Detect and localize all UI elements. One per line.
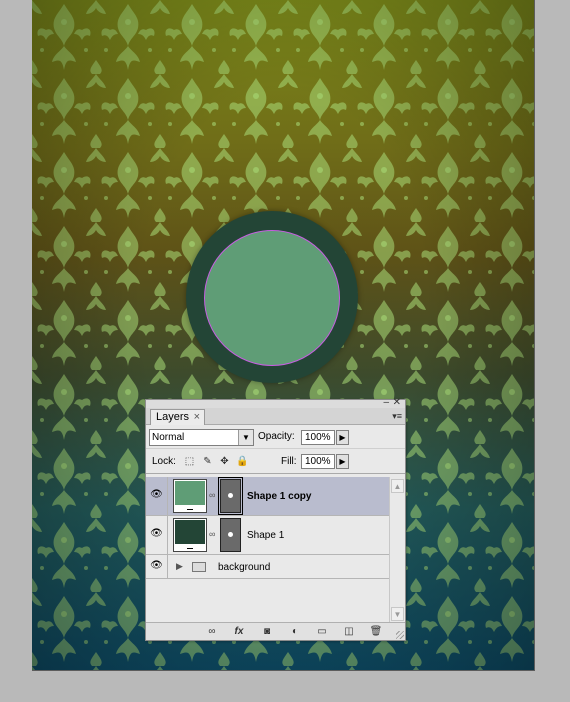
lock-position-icon[interactable]: ✥ [219, 456, 230, 467]
layers-panel: – ✕ Layers × ▾≡ Normal ▼ Opacity: 100% ▶… [145, 398, 406, 641]
visibility-eye-icon[interactable]: 👁 [146, 516, 168, 554]
layer-thumbnail [173, 479, 207, 513]
close-icon[interactable]: ✕ [393, 398, 401, 408]
panel-title-bar[interactable]: – ✕ [146, 398, 405, 408]
tab-layers[interactable]: Layers × [150, 409, 205, 425]
panel-menu-icon[interactable]: ▾≡ [392, 411, 402, 422]
layers-list: 👁 ∞ Shape 1 copy 👁 ∞ Shape 1 👁 ▶ backgro… [146, 477, 389, 623]
blend-mode-value: Normal [152, 432, 185, 443]
layer-name[interactable]: Shape 1 [247, 530, 284, 541]
fill-slider-button[interactable]: ▶ [336, 454, 349, 469]
add-mask-icon[interactable]: ◙ [259, 625, 275, 638]
inner-circle-shape[interactable] [204, 230, 340, 366]
layers-scrollbar[interactable]: ▲ ▼ [389, 477, 405, 623]
opacity-label: Opacity: [258, 431, 295, 442]
fill-input[interactable]: 100% [301, 454, 335, 469]
layer-row-shape-1[interactable]: 👁 ∞ Shape 1 [146, 516, 389, 555]
fx-icon[interactable]: fx [231, 625, 247, 638]
delete-layer-icon[interactable]: 🗑 [368, 625, 384, 638]
thumbnail-base [175, 505, 205, 511]
vector-mask-thumbnail[interactable] [220, 518, 241, 552]
lock-image-icon[interactable]: ✎ [202, 456, 213, 467]
new-layer-icon[interactable]: ◫ [341, 625, 357, 638]
layer-name[interactable]: background [218, 562, 270, 573]
link-chain-icon[interactable]: ∞ [209, 529, 215, 539]
blend-opacity-row: Normal ▼ Opacity: 100% ▶ [146, 425, 405, 449]
fill-label: Fill: [281, 456, 297, 467]
resize-grip-icon[interactable] [396, 631, 404, 639]
visibility-eye-icon[interactable]: 👁 [146, 555, 168, 578]
blend-mode-select[interactable]: Normal ▼ [149, 429, 254, 446]
chevron-down-icon[interactable]: ▼ [238, 430, 253, 445]
opacity-input[interactable]: 100% [301, 430, 335, 445]
scroll-up-icon[interactable]: ▲ [391, 479, 404, 493]
lock-label: Lock: [152, 456, 176, 467]
layer-row-shape-1-copy[interactable]: 👁 ∞ Shape 1 copy [146, 477, 389, 516]
thumbnail-base [175, 544, 205, 550]
expand-triangle-icon[interactable]: ▶ [176, 561, 183, 572]
folder-icon [192, 562, 206, 572]
minimize-icon[interactable]: – [383, 398, 389, 408]
new-group-icon[interactable]: ▭ [314, 625, 330, 638]
layer-name[interactable]: Shape 1 copy [247, 491, 311, 502]
tab-layers-label: Layers [156, 411, 190, 423]
lock-fill-row: Lock: ⬚ ✎ ✥ 🔒 Fill: 100% ▶ [146, 449, 405, 474]
layer-thumbnail [173, 518, 207, 552]
tab-close-icon[interactable]: × [194, 410, 200, 425]
panel-bottom-toolbar: ∞ fx ◙ ◐ ▭ ◫ 🗑 [146, 622, 405, 640]
thumbnail-fill [175, 481, 205, 505]
adjustment-layer-icon[interactable]: ◐ [287, 625, 303, 638]
vector-mask-thumbnail[interactable] [218, 477, 243, 515]
scroll-down-icon[interactable]: ▼ [391, 607, 404, 621]
workspace-background: – ✕ Layers × ▾≡ Normal ▼ Opacity: 100% ▶… [0, 0, 570, 702]
layer-row-background-group[interactable]: 👁 ▶ background [146, 555, 389, 579]
opacity-slider-button[interactable]: ▶ [336, 430, 349, 445]
thumbnail-fill [175, 520, 205, 544]
visibility-eye-icon[interactable]: 👁 [146, 477, 168, 515]
panel-tab-row: Layers × ▾≡ [146, 408, 405, 425]
link-chain-icon[interactable]: ∞ [209, 490, 215, 500]
lock-transparent-icon[interactable]: ⬚ [184, 456, 195, 467]
lock-all-icon[interactable]: 🔒 [236, 456, 248, 467]
link-layers-icon[interactable]: ∞ [204, 625, 220, 638]
